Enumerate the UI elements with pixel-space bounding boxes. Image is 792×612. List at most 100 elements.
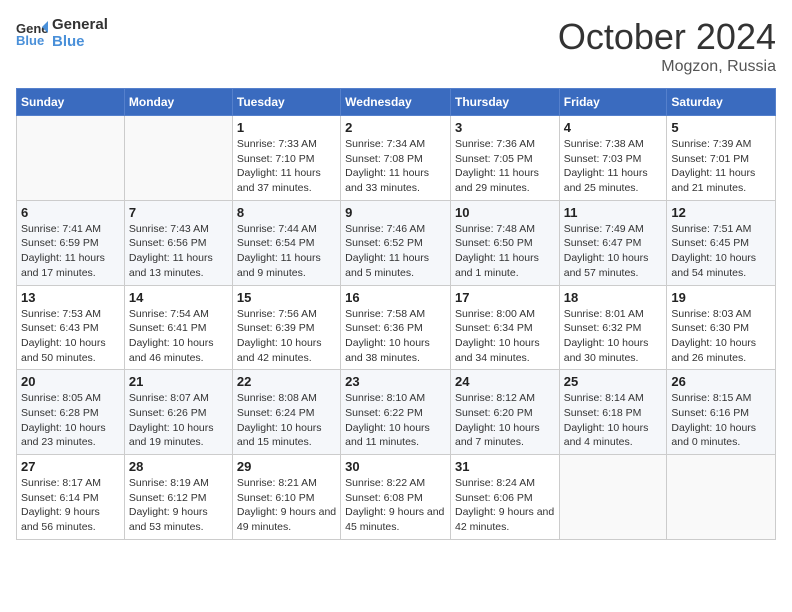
calendar-cell: 23 Sunrise: 8:10 AMSunset: 6:22 PMDayligh… (341, 370, 451, 455)
day-number: 26 (671, 374, 771, 389)
header-day-saturday: Saturday (667, 89, 776, 116)
calendar-cell: 28Sunrise: 8:19 AMSunset: 6:12 PMDayligh… (124, 455, 232, 540)
day-number: 6 (21, 205, 120, 220)
calendar-cell: 26 Sunrise: 8:15 AMSunset: 6:16 PMDayligh… (667, 370, 776, 455)
day-info: Sunrise: 7:43 AMSunset: 6:56 PMDaylight:… (129, 222, 228, 281)
calendar-cell: 19 Sunrise: 8:03 AMSunset: 6:30 PMDayligh… (667, 285, 776, 370)
calendar-cell: 10 Sunrise: 7:48 AMSunset: 6:50 PMDayligh… (450, 200, 559, 285)
day-number: 27 (21, 459, 120, 474)
day-number: 11 (564, 205, 663, 220)
calendar-cell: 4Sunrise: 7:38 AMSunset: 7:03 PMDaylight… (559, 116, 667, 201)
day-number: 16 (345, 290, 446, 305)
day-number: 23 (345, 374, 446, 389)
day-number: 29 (237, 459, 336, 474)
day-info: Sunrise: 8:01 AMSunset: 6:32 PMDaylight:… (564, 307, 663, 366)
calendar-cell: 25Sunrise: 8:14 AMSunset: 6:18 PMDayligh… (559, 370, 667, 455)
calendar-cell: 2 Sunrise: 7:34 AMSunset: 7:08 PMDaylight… (341, 116, 451, 201)
calendar-cell: 15Sunrise: 7:56 AMSunset: 6:39 PMDayligh… (232, 285, 340, 370)
calendar-table: SundayMondayTuesdayWednesdayThursdayFrid… (16, 88, 776, 540)
calendar-cell: 16 Sunrise: 7:58 AMSunset: 6:36 PMDayligh… (341, 285, 451, 370)
calendar-cell: 14 Sunrise: 7:54 AMSunset: 6:41 PMDayligh… (124, 285, 232, 370)
calendar-cell: 21 Sunrise: 8:07 AMSunset: 6:26 PMDayligh… (124, 370, 232, 455)
day-number: 15 (237, 290, 336, 305)
day-number: 9 (345, 205, 446, 220)
calendar-cell: 29Sunrise: 8:21 AMSunset: 6:10 PMDayligh… (232, 455, 340, 540)
header: General Blue General Blue October 2024 M… (16, 16, 776, 76)
day-number: 17 (455, 290, 555, 305)
day-info: Sunrise: 8:00 AMSunset: 6:34 PMDaylight:… (455, 307, 555, 366)
day-info: Sunrise: 7:36 AMSunset: 7:05 PMDaylight:… (455, 137, 555, 196)
day-info: Sunrise: 7:51 AMSunset: 6:45 PMDaylight:… (671, 222, 771, 281)
calendar-cell: 18Sunrise: 8:01 AMSunset: 6:32 PMDayligh… (559, 285, 667, 370)
day-number: 28 (129, 459, 228, 474)
calendar-cell: 5 Sunrise: 7:39 AMSunset: 7:01 PMDaylight… (667, 116, 776, 201)
day-info: Sunrise: 8:05 AMSunset: 6:28 PMDaylight:… (21, 391, 120, 450)
day-info: Sunrise: 8:14 AMSunset: 6:18 PMDaylight:… (564, 391, 663, 450)
day-info: Sunrise: 7:48 AMSunset: 6:50 PMDaylight:… (455, 222, 555, 281)
calendar-cell (124, 116, 232, 201)
day-info: Sunrise: 8:24 AMSunset: 6:06 PMDaylight:… (455, 476, 555, 535)
day-number: 31 (455, 459, 555, 474)
day-number: 21 (129, 374, 228, 389)
month-title: October 2024 (558, 16, 776, 58)
day-info: Sunrise: 8:22 AMSunset: 6:08 PMDaylight:… (345, 476, 446, 535)
day-number: 24 (455, 374, 555, 389)
day-info: Sunrise: 7:38 AMSunset: 7:03 PMDaylight:… (564, 137, 663, 196)
header-day-tuesday: Tuesday (232, 89, 340, 116)
calendar-cell: 22Sunrise: 8:08 AMSunset: 6:24 PMDayligh… (232, 370, 340, 455)
day-number: 14 (129, 290, 228, 305)
day-number: 12 (671, 205, 771, 220)
day-info: Sunrise: 8:03 AMSunset: 6:30 PMDaylight:… (671, 307, 771, 366)
calendar-cell: 31 Sunrise: 8:24 AMSunset: 6:06 PMDayligh… (450, 455, 559, 540)
calendar-cell (667, 455, 776, 540)
calendar-cell: 27Sunrise: 8:17 AMSunset: 6:14 PMDayligh… (17, 455, 125, 540)
logo-icon: General Blue (16, 19, 48, 47)
calendar-cell: 30 Sunrise: 8:22 AMSunset: 6:08 PMDayligh… (341, 455, 451, 540)
title-area: October 2024 Mogzon, Russia (558, 16, 776, 76)
calendar-cell: 11Sunrise: 7:49 AMSunset: 6:47 PMDayligh… (559, 200, 667, 285)
calendar-cell: 20 Sunrise: 8:05 AMSunset: 6:28 PMDayligh… (17, 370, 125, 455)
calendar-header-row: SundayMondayTuesdayWednesdayThursdayFrid… (17, 89, 776, 116)
calendar-cell: 1Sunrise: 7:33 AMSunset: 7:10 PMDaylight… (232, 116, 340, 201)
day-number: 3 (455, 120, 555, 135)
calendar-cell: 6 Sunrise: 7:41 AMSunset: 6:59 PMDaylight… (17, 200, 125, 285)
calendar-cell (17, 116, 125, 201)
day-info: Sunrise: 8:07 AMSunset: 6:26 PMDaylight:… (129, 391, 228, 450)
calendar-cell: 12 Sunrise: 7:51 AMSunset: 6:45 PMDayligh… (667, 200, 776, 285)
calendar-cell: 8 Sunrise: 7:44 AMSunset: 6:54 PMDaylight… (232, 200, 340, 285)
day-info: Sunrise: 7:34 AMSunset: 7:08 PMDaylight:… (345, 137, 446, 196)
header-day-thursday: Thursday (450, 89, 559, 116)
day-number: 8 (237, 205, 336, 220)
day-number: 30 (345, 459, 446, 474)
day-number: 5 (671, 120, 771, 135)
day-info: Sunrise: 8:10 AMSunset: 6:22 PMDaylight:… (345, 391, 446, 450)
day-info: Sunrise: 7:44 AMSunset: 6:54 PMDaylight:… (237, 222, 336, 281)
day-info: Sunrise: 7:58 AMSunset: 6:36 PMDaylight:… (345, 307, 446, 366)
day-number: 19 (671, 290, 771, 305)
calendar-cell: 7 Sunrise: 7:43 AMSunset: 6:56 PMDaylight… (124, 200, 232, 285)
day-info: Sunrise: 7:41 AMSunset: 6:59 PMDaylight:… (21, 222, 120, 281)
day-number: 7 (129, 205, 228, 220)
calendar-cell: 17 Sunrise: 8:00 AMSunset: 6:34 PMDayligh… (450, 285, 559, 370)
logo: General Blue General Blue (16, 16, 108, 50)
day-number: 2 (345, 120, 446, 135)
day-number: 22 (237, 374, 336, 389)
day-number: 13 (21, 290, 120, 305)
calendar-cell: 24 Sunrise: 8:12 AMSunset: 6:20 PMDayligh… (450, 370, 559, 455)
day-info: Sunrise: 7:54 AMSunset: 6:41 PMDaylight:… (129, 307, 228, 366)
location: Mogzon, Russia (558, 58, 776, 76)
day-info: Sunrise: 8:15 AMSunset: 6:16 PMDaylight:… (671, 391, 771, 450)
day-number: 10 (455, 205, 555, 220)
calendar-cell (559, 455, 667, 540)
day-info: Sunrise: 8:12 AMSunset: 6:20 PMDaylight:… (455, 391, 555, 450)
day-info: Sunrise: 7:53 AMSunset: 6:43 PMDaylight:… (21, 307, 120, 366)
day-number: 20 (21, 374, 120, 389)
svg-text:Blue: Blue (16, 33, 44, 47)
calendar-week-row: 20 Sunrise: 8:05 AMSunset: 6:28 PMDayligh… (17, 370, 776, 455)
calendar-week-row: 13 Sunrise: 7:53 AMSunset: 6:43 PMDayligh… (17, 285, 776, 370)
header-day-friday: Friday (559, 89, 667, 116)
header-day-sunday: Sunday (17, 89, 125, 116)
day-info: Sunrise: 7:46 AMSunset: 6:52 PMDaylight:… (345, 222, 446, 281)
day-info: Sunrise: 7:39 AMSunset: 7:01 PMDaylight:… (671, 137, 771, 196)
calendar-cell: 9 Sunrise: 7:46 AMSunset: 6:52 PMDaylight… (341, 200, 451, 285)
